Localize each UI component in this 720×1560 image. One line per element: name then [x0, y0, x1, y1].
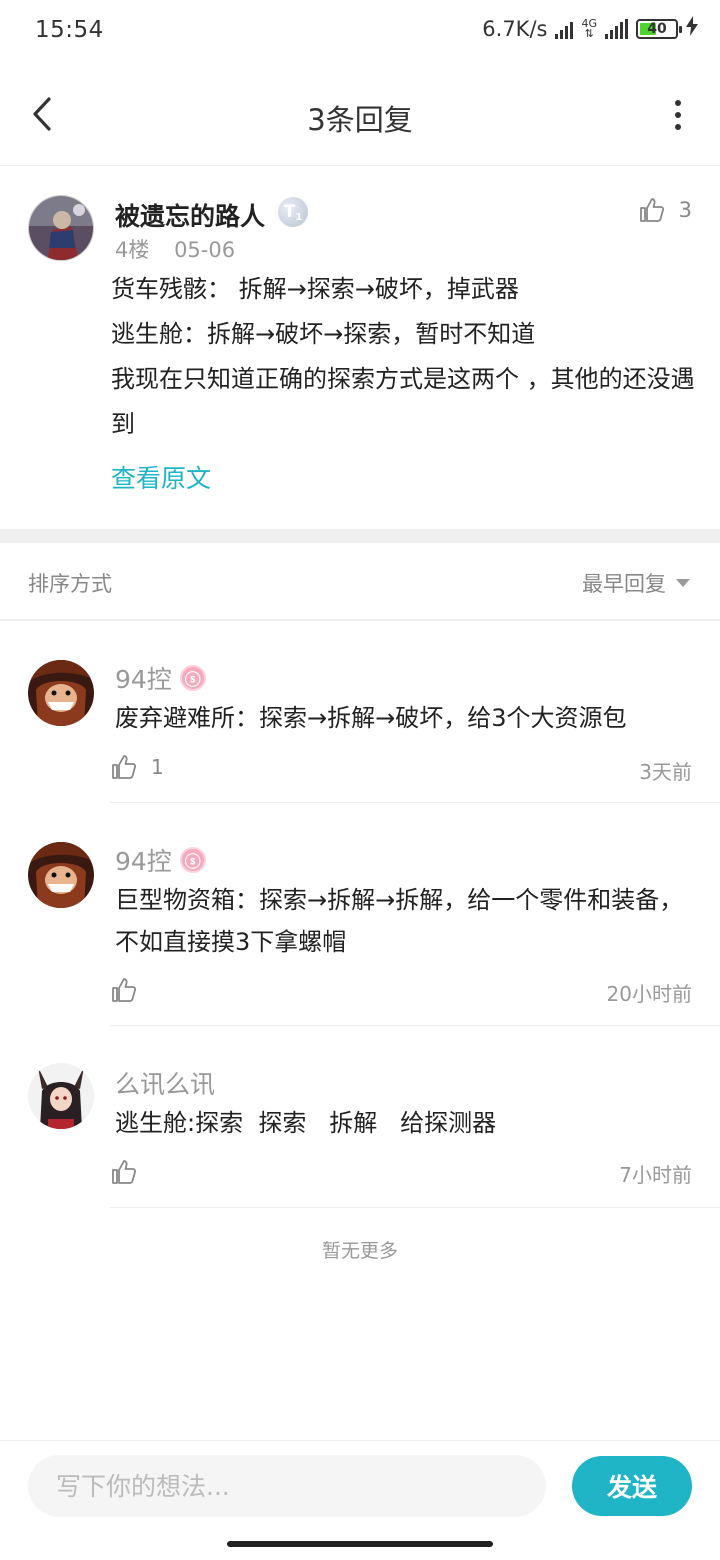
reply-time: 20小时前: [606, 982, 692, 1006]
post-like-button[interactable]: 3: [639, 197, 692, 223]
post-body: 货车残骸： 拆解→探索→破坏，掉武器 逃生舱：拆解→破坏→探索，暂时不知道 我现…: [111, 267, 696, 447]
post-meta: 4楼 05-06: [115, 234, 235, 264]
post-author-avatar[interactable]: [28, 195, 94, 261]
reply-like-button[interactable]: 1: [111, 754, 164, 780]
section-divider: [0, 529, 720, 543]
battery-level: 40: [647, 20, 667, 37]
post-line: 货车残骸： 拆解→探索→破坏，掉武器: [111, 275, 519, 303]
thumbs-up-icon: [639, 198, 664, 222]
status-bar: 15:54 6.7K/s 4G ⇅ 40: [0, 0, 720, 64]
reply-text: 废弃避难所：探索→拆解→破坏，给3个大资源包: [115, 704, 627, 732]
sort-bar: 排序方式 最早回复: [0, 543, 720, 621]
reply-author-avatar[interactable]: [28, 842, 94, 908]
reply-item: 94控 ⓢ 巨型物资箱：探索→拆解→拆解，给一个零件和装备，不如直接摸3下拿螺帽…: [0, 804, 720, 1026]
status-time: 15:54: [35, 17, 104, 43]
reply-text: 巨型物资箱：探索→拆解→拆解，给一个零件和装备，不如直接摸3下拿螺帽: [115, 886, 684, 956]
post-author-name[interactable]: 被遗忘的路人: [115, 197, 265, 233]
sort-label: 排序方式: [28, 572, 112, 596]
post-line: 我现在只知道正确的探索方式是这两个 ，其他的还没遇到: [111, 365, 695, 438]
no-more-text: 暂无更多: [321, 1240, 398, 1262]
thumbs-up-icon: [112, 978, 137, 1002]
home-indicator[interactable]: [227, 1541, 493, 1547]
wifi-signal-icon: [555, 19, 574, 39]
reply-divider: [110, 1025, 720, 1026]
send-button[interactable]: 发送: [572, 1456, 692, 1516]
reply-time: 3天前: [639, 760, 692, 784]
reply-item: 么讯么讯 逃生舱:探索 探索 拆解 给探测器 7小时前: [0, 1027, 720, 1208]
caret-down-icon: [676, 579, 690, 587]
sort-selected: 最早回复: [582, 572, 666, 596]
thumbs-up-icon: [112, 1160, 137, 1184]
vertical-dots-icon: [675, 100, 681, 106]
network-4g-icon: 4G ⇅: [581, 16, 597, 40]
battery-icon: 40: [636, 18, 682, 39]
reply-like-button[interactable]: [111, 1159, 151, 1185]
reply-like-button[interactable]: [111, 977, 151, 1003]
top-bar: 3条回复: [0, 64, 720, 166]
net-speed: 6.7K/s: [482, 16, 548, 41]
comment-input[interactable]: [28, 1455, 546, 1517]
charging-icon: [686, 16, 698, 41]
reply-divider: [110, 1207, 720, 1208]
reply-author[interactable]: 94控 ⓢ: [115, 842, 206, 878]
reply-text: 逃生舱:探索 探索 拆解 给探测器: [115, 1109, 497, 1137]
thumbs-up-icon: [112, 755, 137, 779]
reply-author[interactable]: 94控 ⓢ: [115, 660, 206, 696]
reply-author-avatar[interactable]: [28, 1063, 94, 1129]
level-t1-badge-icon: T1: [278, 197, 308, 227]
reply-like-count: 1: [151, 755, 164, 779]
post-date: 05-06: [174, 238, 236, 262]
comment-composer: 发送: [0, 1440, 720, 1532]
cell-signal-icon: [605, 18, 628, 39]
sort-dropdown[interactable]: 最早回复: [582, 568, 690, 598]
post-line: 逃生舱：拆解→破坏→探索，暂时不知道: [111, 320, 536, 348]
post-floor: 4楼: [115, 238, 150, 262]
reply-time: 7小时前: [619, 1163, 692, 1187]
post-like-count: 3: [678, 198, 692, 222]
page-title: 3条回复: [307, 103, 413, 137]
reply-author-avatar[interactable]: [28, 660, 94, 726]
reply-author[interactable]: 么讯么讯: [115, 1065, 215, 1101]
level-badge-icon: ⓢ: [179, 665, 206, 691]
reply-divider: [110, 802, 720, 803]
original-post: 被遗忘的路人 T1 4楼 05-06 3 货车残骸： 拆解→探索→破坏，掉武器 …: [0, 167, 720, 529]
reply-item: 94控 ⓢ 废弃避难所：探索→拆解→破坏，给3个大资源包 1 3天前: [0, 622, 720, 803]
more-options-button[interactable]: [668, 100, 688, 130]
view-original-link[interactable]: 查看原文: [111, 459, 211, 495]
level-badge-icon: ⓢ: [179, 847, 206, 873]
status-right: 6.7K/s 4G ⇅ 40: [482, 16, 698, 41]
